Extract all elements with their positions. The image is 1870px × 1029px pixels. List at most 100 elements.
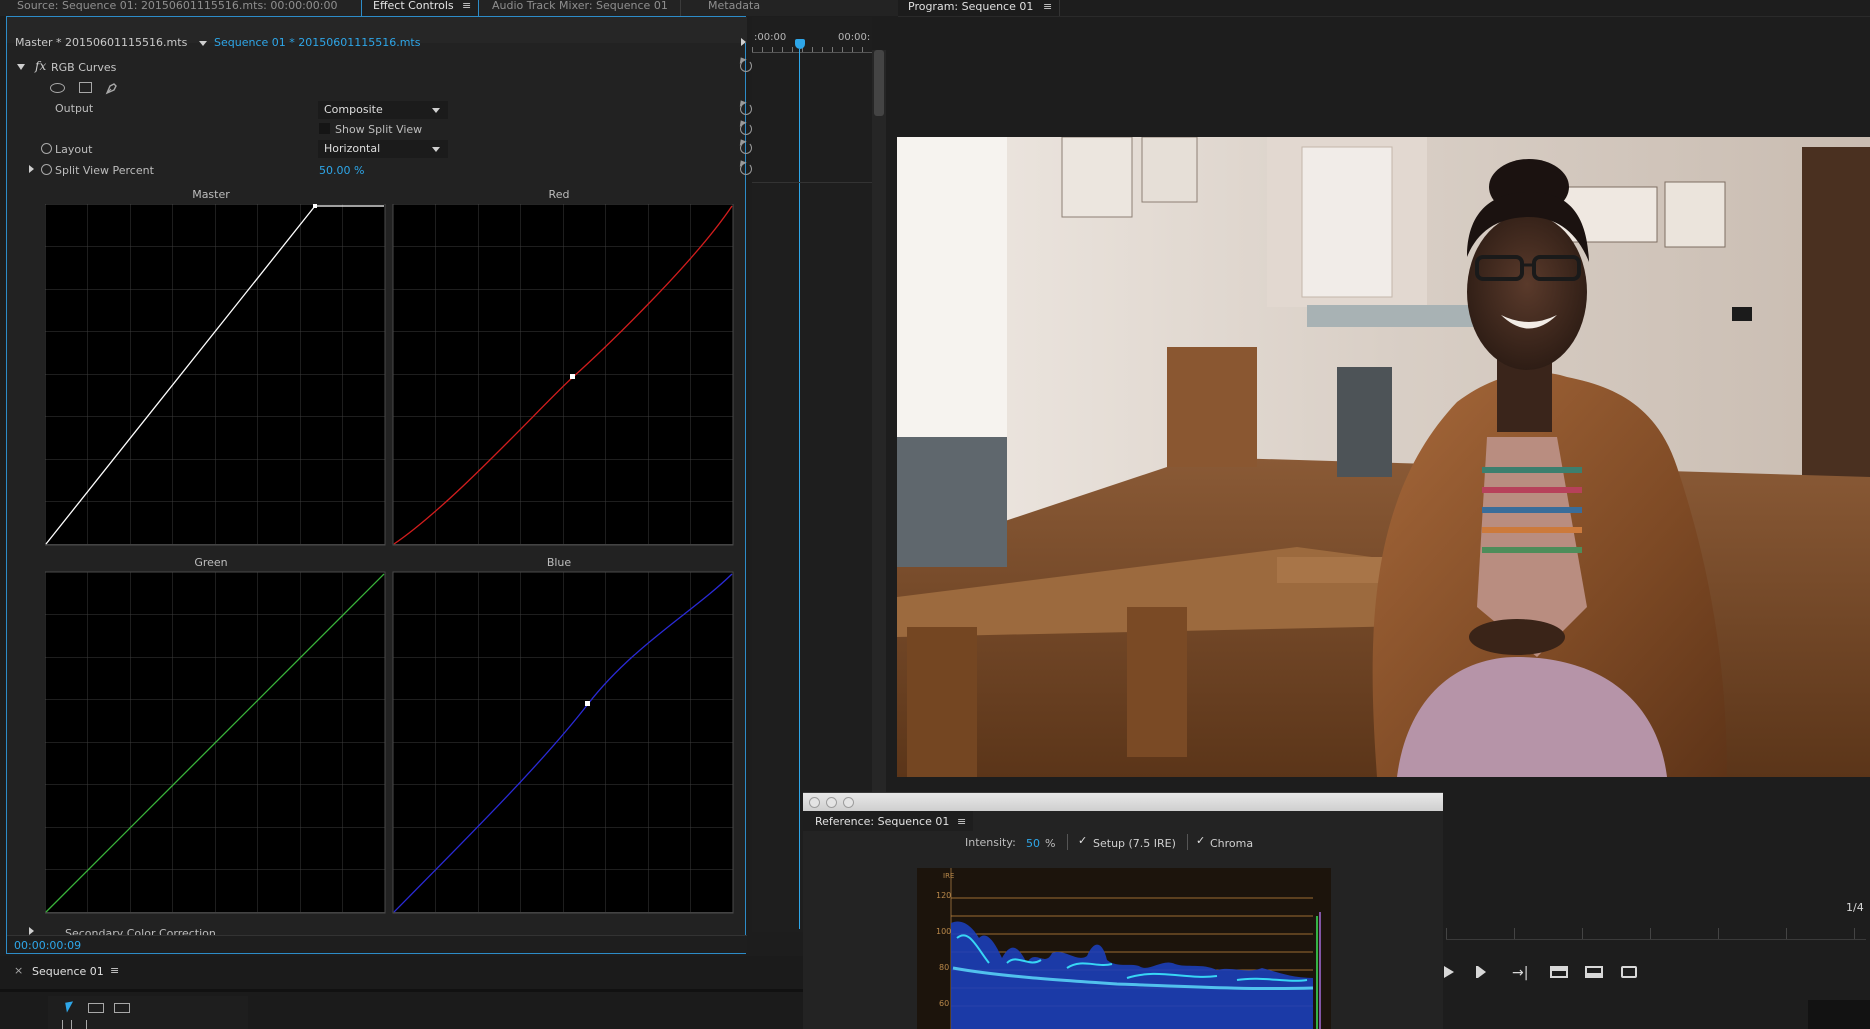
split-view-checkbox[interactable] — [319, 123, 330, 134]
close-window-icon[interactable] — [809, 797, 820, 808]
program-menu-icon[interactable]: ≡ — [1043, 0, 1052, 13]
play-icon[interactable] — [1444, 966, 1454, 978]
effect-name: RGB Curves — [51, 61, 117, 74]
reference-monitor-window: Reference: Sequence 01 ≡ Intensity: 50 %… — [803, 792, 1443, 1029]
ellipse-mask-icon[interactable] — [50, 83, 65, 93]
sequence-tab-label: Sequence 01 — [32, 965, 104, 978]
property-row-split-view: Show Split View — [7, 120, 752, 140]
program-title: Program: Sequence 01 — [908, 0, 1034, 13]
property-row-split-percent: Split View Percent 50.00 % — [7, 161, 752, 181]
expand-property-icon[interactable] — [29, 165, 34, 173]
reference-titlebar[interactable] — [803, 793, 1443, 811]
intensity-value[interactable]: 50 — [1026, 837, 1040, 850]
setup-checkbox-icon[interactable]: ✓ — [1078, 834, 1087, 847]
timeline-end-time: 00:00: — [838, 32, 871, 43]
zoom-window-icon[interactable] — [843, 797, 854, 808]
curve-point[interactable] — [313, 204, 317, 208]
go-to-out-icon[interactable]: →| — [1512, 965, 1528, 981]
export-frame-icon[interactable] — [1621, 966, 1637, 978]
reset-split-percent-icon[interactable] — [740, 163, 752, 175]
sequence-panel-divider — [0, 989, 803, 992]
program-video-frame[interactable] — [897, 137, 1870, 777]
stopwatch-icon[interactable] — [41, 164, 52, 175]
stopwatch-icon[interactable] — [41, 143, 52, 154]
split-percent-label: Split View Percent — [55, 164, 154, 177]
program-right-panel-edge — [1808, 1000, 1870, 1029]
waveform-trace — [950, 868, 1321, 1029]
playhead[interactable] — [795, 39, 805, 49]
master-clip-label[interactable]: Master * 20150601115516.mts — [15, 36, 187, 49]
chroma-checkbox-icon[interactable]: ✓ — [1196, 834, 1205, 847]
split-percent-value[interactable]: 50.00 % — [319, 164, 364, 177]
fx-icon[interactable]: fx — [35, 59, 46, 73]
tab-menu-icon[interactable]: ≡ — [462, 0, 471, 16]
waveform-scope[interactable]: IRE 120 100 80 60 — [917, 868, 1331, 1029]
output-dropdown[interactable]: Composite — [318, 101, 448, 119]
current-timecode[interactable]: 00:00:00:09 — [14, 939, 81, 952]
toolbar-divider — [1067, 834, 1068, 850]
sequence-tab[interactable]: × Sequence 01 ≡ — [6, 962, 126, 982]
output-dropdown-value: Composite — [324, 103, 383, 116]
tab-source-label: Source: Sequence 01: 20150601115516.mts:… — [17, 0, 338, 12]
reference-tab[interactable]: Reference: Sequence 01 ≡ — [803, 811, 973, 831]
reset-layout-icon[interactable] — [740, 142, 752, 154]
track-select-icon[interactable] — [88, 1003, 104, 1013]
program-time-ruler[interactable] — [1446, 928, 1866, 940]
curve-point[interactable] — [585, 701, 590, 706]
timeline-row-divider — [752, 182, 872, 183]
reset-split-view-icon[interactable] — [740, 123, 752, 135]
scope-toolbar: Intensity: 50 % ✓ Setup (7.5 IRE) ✓ Chro… — [803, 831, 1443, 853]
sequence-panel: × Sequence 01 ≡ — [0, 956, 803, 1029]
lift-icon[interactable] — [1550, 966, 1568, 978]
reference-title: Reference: Sequence 01 — [815, 815, 950, 828]
curve-point[interactable] — [570, 374, 575, 379]
curve-label-master: Master — [192, 188, 230, 201]
close-tab-icon[interactable]: × — [14, 964, 23, 977]
chevron-down-icon — [432, 147, 440, 152]
tab-source[interactable]: Source: Sequence 01: 20150601115516.mts:… — [17, 0, 337, 16]
reference-menu-icon[interactable]: ≡ — [957, 815, 966, 828]
minimize-window-icon[interactable] — [826, 797, 837, 808]
curve-red-graph[interactable] — [392, 204, 734, 546]
tab-audio-mixer[interactable]: Audio Track Mixer: Sequence 01 — [492, 0, 668, 16]
pen-mask-icon[interactable] — [104, 80, 120, 96]
property-row-output: Output Composite — [7, 99, 752, 119]
scrollbar-thumb[interactable] — [874, 50, 884, 116]
intensity-unit: % — [1045, 837, 1056, 850]
curve-green-graph[interactable] — [45, 571, 386, 914]
layout-dropdown-value: Horizontal — [324, 142, 381, 155]
rectangle-mask-icon[interactable] — [79, 82, 92, 93]
split-view-label: Show Split View — [335, 123, 423, 136]
sequence-clip-label[interactable]: Sequence 01 * 20150601115516.mts — [214, 36, 420, 49]
timeline-start-time: :00:00 — [754, 32, 787, 43]
timecode-bar: 00:00:00:09 — [7, 935, 747, 953]
rate-stretch-icon[interactable] — [86, 1020, 98, 1029]
chroma-label: Chroma — [1210, 837, 1254, 850]
output-label: Output — [55, 102, 94, 115]
expand-effect-icon[interactable] — [29, 927, 34, 935]
sequence-menu-icon[interactable]: ≡ — [110, 964, 119, 977]
reset-output-icon[interactable] — [740, 103, 752, 115]
disclosure-triangle-icon[interactable] — [17, 64, 25, 70]
ripple-edit-icon[interactable] — [114, 1003, 130, 1013]
tab-metadata[interactable]: Metadata — [708, 0, 760, 16]
curves-graphs — [45, 204, 734, 914]
expand-timeline-icon[interactable] — [741, 38, 746, 46]
extract-icon[interactable] — [1585, 966, 1603, 978]
program-tab-line — [898, 16, 1870, 17]
selection-tool-icon[interactable] — [65, 1001, 75, 1013]
rolling-edit-icon[interactable] — [62, 1020, 72, 1029]
effect-controls-panel: Master * 20150601115516.mts Sequence 01 … — [6, 16, 752, 954]
step-forward-icon[interactable] — [1478, 966, 1486, 978]
tab-effect-controls[interactable]: Effect Controls — [373, 0, 454, 16]
layout-label: Layout — [55, 143, 93, 156]
layout-dropdown[interactable]: Horizontal — [318, 140, 448, 158]
curve-master-graph[interactable] — [45, 204, 386, 546]
curve-blue-graph[interactable] — [392, 571, 734, 914]
property-row-layout: Layout Horizontal — [7, 140, 752, 160]
clip-dropdown-caret-icon[interactable] — [199, 41, 207, 46]
program-tab[interactable]: Program: Sequence 01 ≡ — [898, 0, 1060, 16]
intensity-label: Intensity: — [965, 836, 1016, 849]
reset-effect-icon[interactable] — [740, 60, 752, 72]
playback-resolution[interactable]: 1/4 — [1846, 901, 1864, 914]
